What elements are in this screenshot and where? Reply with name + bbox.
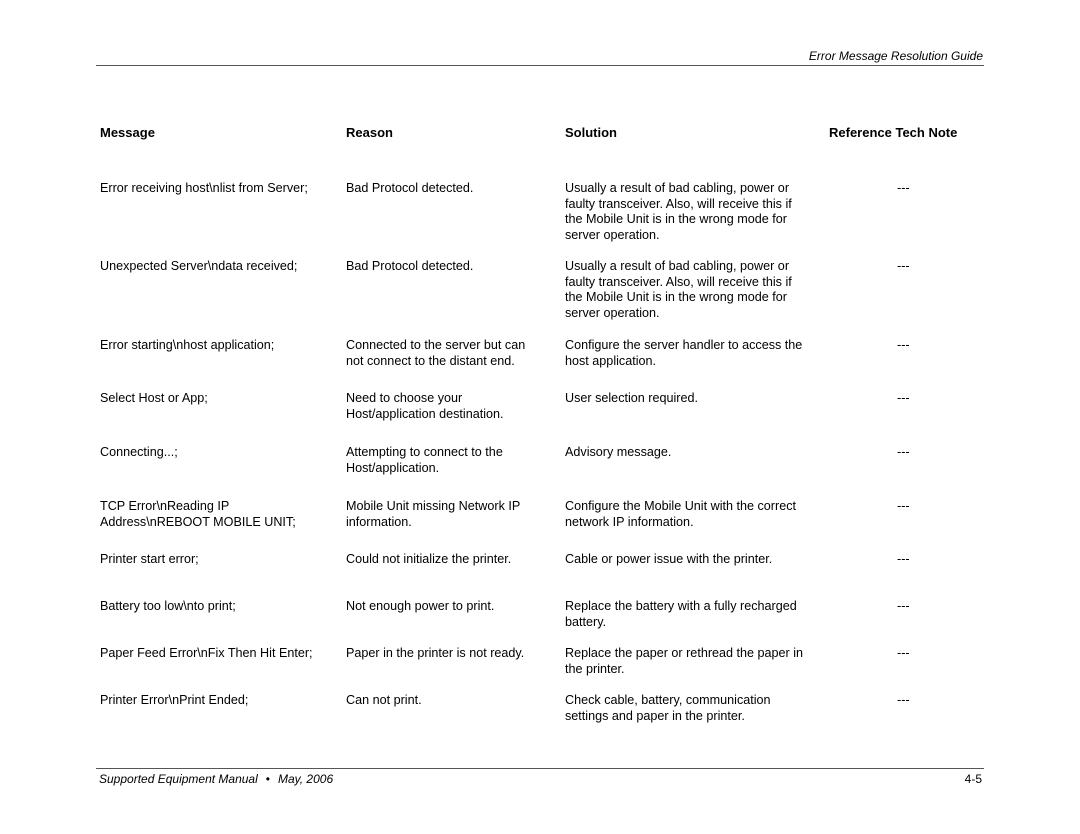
cell-reason-line: Host/application. <box>346 460 440 475</box>
cell-message: Unexpected Server\ndata received; <box>100 259 340 275</box>
page-number: 4-5 <box>964 772 982 786</box>
cell-solution: Configure the Mobile Unit with the corre… <box>565 499 835 530</box>
cell-reason-line: Could not initialize the printer. <box>346 552 512 566</box>
footer-divider <box>96 768 984 769</box>
cell-solution-line: the Mobile Unit is in the wrong mode for <box>565 212 787 227</box>
cell-solution-line: the Mobile Unit is in the wrong mode for <box>565 290 787 305</box>
cell-message: Printer Error\nPrint Ended; <box>100 693 340 709</box>
cell-solution: User selection required. <box>565 391 835 407</box>
cell-reference: --- <box>897 693 910 707</box>
cell-message-line: Printer start error; <box>100 552 199 566</box>
cell-message: Paper Feed Error\nFix Then Hit Enter; <box>100 646 340 662</box>
cell-solution-line: Replace the battery with a fully recharg… <box>565 599 797 613</box>
cell-solution: Cable or power issue with the printer. <box>565 552 835 568</box>
cell-reference: --- <box>897 391 910 405</box>
cell-message: Printer start error; <box>100 552 340 568</box>
cell-solution-line: network IP information. <box>565 514 694 529</box>
cell-message-line: TCP Error\nReading IP <box>100 499 230 513</box>
cell-message-line: Battery too low\nto print; <box>100 599 236 613</box>
cell-message-line: Paper Feed Error\nFix Then Hit Enter; <box>100 646 313 660</box>
cell-reason-line: Attempting to connect to the <box>346 445 503 459</box>
cell-message: Select Host or App; <box>100 391 340 407</box>
cell-message-line: Address\nREBOOT MOBILE UNIT; <box>100 514 296 529</box>
column-header-solution: Solution <box>565 125 617 140</box>
cell-reason-line: not connect to the distant end. <box>346 353 515 368</box>
cell-reference: --- <box>897 499 910 513</box>
cell-reason: Can not print. <box>346 693 558 709</box>
cell-message: TCP Error\nReading IP Address\nREBOOT MOB… <box>100 499 340 530</box>
cell-reason: Bad Protocol detected. <box>346 181 558 197</box>
cell-reason-line: Paper in the printer is not ready. <box>346 646 525 660</box>
cell-reference: --- <box>897 338 910 352</box>
column-header-reason: Reason <box>346 125 393 140</box>
cell-reason-line: Connected to the server but can <box>346 338 526 352</box>
header-title: Error Message Resolution Guide <box>808 49 983 63</box>
cell-reason-line: Not enough power to print. <box>346 599 495 613</box>
cell-message-line: Select Host or App; <box>100 391 208 405</box>
cell-solution-line: Advisory message. <box>565 445 672 459</box>
cell-solution: Configure the server handler to access t… <box>565 338 835 369</box>
cell-reason-line: Host/application destination. <box>346 406 504 421</box>
cell-reason-line: Need to choose your <box>346 391 463 405</box>
cell-solution-line: host application. <box>565 353 657 368</box>
cell-message-line: Connecting...; <box>100 445 178 459</box>
cell-solution-line: User selection required. <box>565 391 698 405</box>
cell-solution-line: faulty transceiver. Also, will receive t… <box>565 196 792 211</box>
cell-solution: Usually a result of bad cabling, power o… <box>565 181 835 244</box>
cell-reason-line: information. <box>346 514 412 529</box>
cell-reason-line: Mobile Unit missing Network IP <box>346 499 521 513</box>
cell-solution-line: battery. <box>565 614 607 629</box>
cell-solution-line: Configure the Mobile Unit with the corre… <box>565 499 796 513</box>
column-header-reference: Reference Tech Note <box>829 125 958 140</box>
cell-message-line: Error receiving host\nlist from Server; <box>100 181 308 195</box>
cell-message: Error receiving host\nlist from Server; <box>100 181 340 197</box>
cell-message: Battery too low\nto print; <box>100 599 340 615</box>
cell-solution-line: the printer. <box>565 661 625 676</box>
cell-reason-line: Bad Protocol detected. <box>346 181 474 195</box>
cell-solution-line: settings and paper in the printer. <box>565 708 745 723</box>
cell-solution-line: faulty transceiver. Also, will receive t… <box>565 274 792 289</box>
footer-manual-info: Supported Equipment Manual • May, 2006 <box>99 772 333 786</box>
column-header-message: Message <box>100 125 155 140</box>
cell-message-line: Unexpected Server\ndata received; <box>100 259 298 273</box>
cell-solution-line: Usually a result of bad cabling, power o… <box>565 259 790 273</box>
cell-message: Error starting\nhost application; <box>100 338 340 354</box>
cell-solution-line: Cable or power issue with the printer. <box>565 552 773 566</box>
cell-message: Connecting...; <box>100 445 340 461</box>
cell-message-line: Printer Error\nPrint Ended; <box>100 693 249 707</box>
cell-solution-line: Check cable, battery, communication <box>565 693 771 707</box>
cell-reason: Paper in the printer is not ready. <box>346 646 558 662</box>
footer-manual-title: Supported Equipment Manual <box>99 772 258 786</box>
cell-reason: Need to choose your Host/application dest… <box>346 391 558 422</box>
cell-reason: Attempting to connect to the Host/applica… <box>346 445 558 476</box>
cell-reference: --- <box>897 181 910 195</box>
cell-solution-line: Usually a result of bad cabling, power o… <box>565 181 790 195</box>
cell-reference: --- <box>897 259 910 273</box>
cell-reason: Mobile Unit missing Network IP informatio… <box>346 499 558 530</box>
header-divider <box>96 65 984 66</box>
cell-reason: Not enough power to print. <box>346 599 558 615</box>
cell-message-line: Error starting\nhost application; <box>100 338 275 352</box>
cell-reason: Bad Protocol detected. <box>346 259 558 275</box>
cell-solution: Check cable, battery, communication setti… <box>565 693 835 724</box>
cell-reason-line: Bad Protocol detected. <box>346 259 474 273</box>
cell-solution: Replace the paper or rethread the paper … <box>565 646 835 677</box>
cell-solution-line: server operation. <box>565 228 660 243</box>
cell-solution: Advisory message. <box>565 445 835 461</box>
cell-solution-line: Replace the paper or rethread the paper … <box>565 646 804 660</box>
bullet-icon: • <box>265 772 270 786</box>
cell-reason-line: Can not print. <box>346 693 422 707</box>
cell-solution: Usually a result of bad cabling, power o… <box>565 259 835 322</box>
cell-reference: --- <box>897 445 910 459</box>
footer-date: May, 2006 <box>277 772 334 786</box>
cell-reason: Connected to the server but can not conne… <box>346 338 558 369</box>
cell-reference: --- <box>897 599 910 613</box>
cell-solution: Replace the battery with a fully recharg… <box>565 599 835 630</box>
cell-reference: --- <box>897 552 910 566</box>
cell-reference: --- <box>897 646 910 660</box>
cell-solution-line: server operation. <box>565 306 660 321</box>
cell-solution-line: Configure the server handler to access t… <box>565 338 803 352</box>
cell-reason: Could not initialize the printer. <box>346 552 558 568</box>
